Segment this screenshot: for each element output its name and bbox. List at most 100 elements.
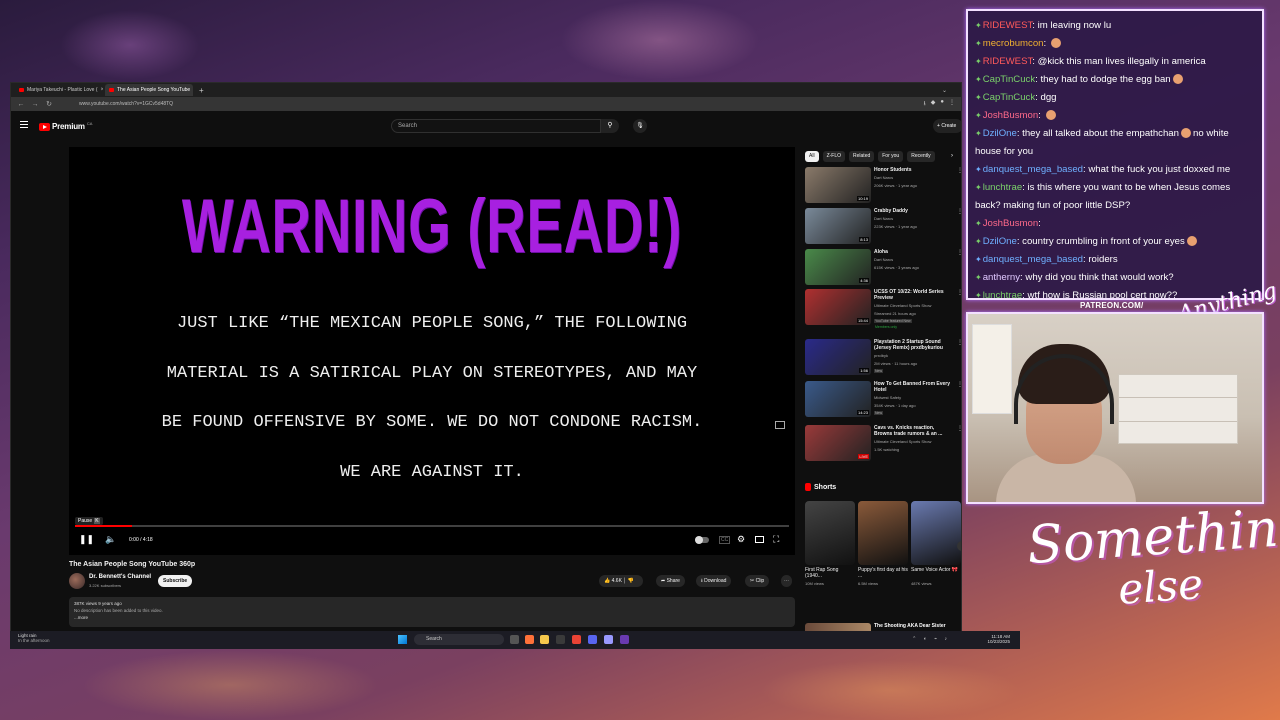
chip-for-you[interactable]: For you [878, 151, 904, 162]
channel-name[interactable]: prxdbyk [874, 353, 888, 358]
short-item[interactable]: First Rap Song (1940... 10M views [805, 501, 855, 586]
chat-username[interactable]: danquest_mega_based [983, 164, 1083, 175]
description-box[interactable]: 387K views 9 years ago No description ha… [69, 597, 795, 627]
chip-z-flo[interactable]: Z-FLO [822, 151, 846, 162]
search-input[interactable]: Search [391, 119, 601, 133]
menu-icon[interactable]: ⋮ [949, 99, 955, 109]
chat-username[interactable]: CapTinCuck [983, 92, 1035, 103]
more-options-icon[interactable]: ⋮ [957, 208, 961, 215]
chip-all[interactable]: All [805, 151, 819, 162]
reload-icon[interactable]: ↻ [45, 100, 53, 108]
more-options-icon[interactable]: ⋮ [957, 167, 961, 174]
app-icon[interactable] [620, 635, 629, 644]
channel-name[interactable]: Ultimate Cleveland Sports Show [874, 303, 931, 308]
app-icon[interactable] [556, 635, 565, 644]
chat-username[interactable]: CapTinCuck [983, 74, 1035, 85]
settings-gear-icon[interactable]: ⚙ [737, 534, 745, 545]
chat-username[interactable]: RIDEWEST [983, 20, 1033, 31]
chat-username[interactable]: lunchtrae [983, 290, 1022, 298]
file-explorer-icon[interactable] [540, 635, 549, 644]
chip-recently[interactable]: Recently [907, 151, 935, 162]
recommendation-item[interactable]: 10:19 Honor Students Dart Narcs 206K views … [805, 167, 961, 205]
chat-username[interactable]: JoshBusmon [983, 110, 1038, 121]
channel-name[interactable]: Midwest Safety [874, 395, 901, 400]
more-options-icon[interactable]: ⋮ [957, 425, 961, 432]
task-view-icon[interactable] [510, 635, 519, 644]
chip-related[interactable]: Related [849, 151, 875, 162]
chat-username[interactable]: DzilOne [983, 236, 1017, 247]
back-icon[interactable]: ← [17, 101, 25, 108]
chevron-right-icon[interactable]: › [951, 153, 953, 159]
download-icon[interactable]: ⭳ [924, 99, 926, 109]
clock[interactable]: 11:18 AM 10/23/2025 [987, 634, 1010, 644]
clip-button[interactable]: ✂ Clip [745, 575, 770, 587]
hamburger-menu-icon[interactable] [20, 121, 28, 128]
voice-search-button[interactable]: 🎙 [633, 119, 647, 133]
recommendation-item[interactable]: 14:23 How To Get Banned From Every Hotel M… [805, 381, 961, 419]
system-tray-icons[interactable]: ⌃ ◐ ⌁ ♪ [912, 636, 950, 642]
video-player[interactable]: WARNING (READ!) JUST LIKE “THE MEXICAN P… [69, 147, 795, 555]
url-field[interactable]: www.youtube.com/watch?v=1GCv5d48TQ [59, 99, 918, 109]
close-tab-icon[interactable]: × [101, 87, 104, 93]
chat-username[interactable]: JoshBusmon [983, 218, 1038, 229]
channel-name[interactable]: Dr. Bennett's Channel [89, 574, 151, 580]
channel-name[interactable]: Dart Narcs [874, 175, 893, 180]
more-options-icon[interactable]: ⋮ [957, 339, 961, 346]
discord-icon[interactable] [588, 635, 597, 644]
more-options-icon[interactable]: ⋮ [957, 289, 961, 296]
chevron-right-icon[interactable]: › [957, 541, 961, 551]
new-tab-button[interactable]: + [199, 86, 204, 95]
tab-plastic-love[interactable]: Mariya Takeuchi - Plastic Love ( × [15, 84, 103, 96]
more-actions-button[interactable]: ⋯ [781, 575, 792, 587]
profile-icon[interactable]: ● [940, 99, 944, 109]
fullscreen-icon[interactable]: ⛶ [773, 534, 779, 545]
forward-icon[interactable]: → [31, 101, 39, 108]
recommendation-item[interactable]: 1:56 Playstation 2 Startup Sound (Jersey … [805, 339, 961, 377]
extension-icon[interactable]: ◆ [931, 99, 936, 109]
miniplayer-icon[interactable] [775, 421, 785, 429]
recommendation-item[interactable]: 4:36 Aloha Dart Narcs 615K views · 3 years … [805, 249, 961, 287]
premiere-icon[interactable] [604, 635, 613, 644]
recommendation-item[interactable]: 8:13 Crabby Daddy Dart Narcs 223K views · 1… [805, 208, 961, 246]
like-dislike-button[interactable]: 👍 4.6K │ 👎 [599, 575, 643, 587]
chrome-icon[interactable] [572, 635, 581, 644]
create-button[interactable]: + Create [933, 119, 961, 133]
chat-username[interactable]: RIDEWEST [983, 56, 1033, 67]
tab-list-chevron-icon[interactable]: ⌄ [942, 87, 947, 94]
chat-username[interactable]: lunchtrae [983, 182, 1022, 193]
chat-message: ✦JoshBusmon: [975, 107, 1255, 125]
badge-icon: ✦ [975, 273, 982, 282]
recommendation-item[interactable]: 15:44 UCSS OT 10/22: World Series Preview… [805, 289, 961, 329]
chat-username[interactable]: DzilOne [983, 128, 1017, 139]
short-item[interactable]: Puppy's first day at his ... 6.5M views [858, 501, 908, 586]
channel-name[interactable]: Dart Narcs [874, 257, 893, 262]
subscribe-button[interactable]: Subscribe [158, 575, 193, 587]
more-options-icon[interactable]: ⋮ [957, 249, 961, 256]
short-item[interactable]: Same Voice Actor 🎀 487K views [911, 501, 961, 586]
recommendation-item[interactable]: LIVE Cavs vs. Knicks reaction, Browns tra… [805, 425, 961, 463]
captions-icon[interactable]: CC [719, 536, 731, 544]
theater-mode-icon[interactable] [755, 536, 764, 543]
firefox-icon[interactable] [525, 635, 534, 644]
pause-icon[interactable]: ❚❚ [79, 534, 94, 545]
download-button[interactable]: ⭳ Download [696, 575, 732, 587]
chat-username[interactable]: mecrobumcon [983, 38, 1044, 49]
channel-name[interactable]: Ultimate Cleveland Sports Show [874, 439, 931, 444]
search-button[interactable]: ⚲ [601, 119, 619, 133]
tab-asian-people-song[interactable]: The Asian People Song YouTube × [105, 84, 193, 96]
short-thumbnail [858, 501, 908, 565]
chat-username[interactable]: antherny [983, 272, 1020, 283]
channel-avatar[interactable] [69, 573, 85, 589]
windows-start-icon[interactable] [398, 635, 407, 644]
channel-name[interactable]: Dart Narcs [874, 216, 893, 221]
chat-username[interactable]: danquest_mega_based [983, 254, 1083, 265]
autoplay-toggle[interactable] [695, 536, 709, 544]
share-button[interactable]: ➦ Share [656, 575, 685, 587]
youtube-premium-logo[interactable]: Premium CA [39, 121, 92, 131]
more-options-icon[interactable]: ⋮ [957, 381, 961, 388]
progress-bar[interactable] [75, 525, 789, 527]
show-more-link[interactable]: ...more [74, 615, 790, 622]
taskbar-search[interactable]: Search [414, 634, 504, 645]
volume-icon[interactable]: 🔈 [105, 534, 116, 545]
weather-widget[interactable]: Light rain In the afternoon [18, 633, 50, 643]
